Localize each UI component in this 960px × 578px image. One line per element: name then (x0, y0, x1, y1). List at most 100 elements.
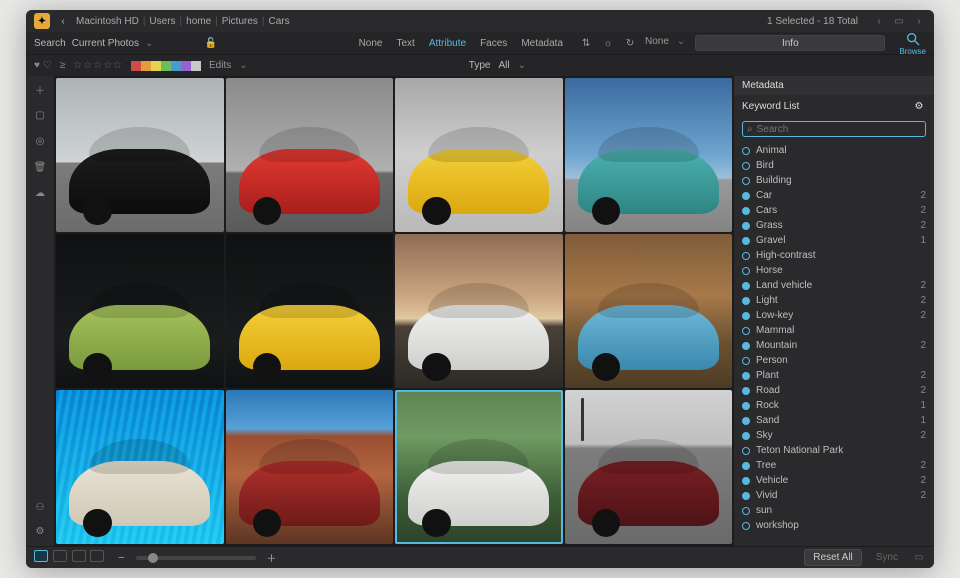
keyword-row[interactable]: Rock1 (742, 398, 926, 413)
keyword-row[interactable]: Gravel1 (742, 233, 926, 248)
keyword-row[interactable]: Grass2 (742, 218, 926, 233)
thumbnail[interactable] (565, 78, 733, 232)
thumbnail[interactable] (226, 234, 394, 388)
user-icon[interactable]: ⚇ (33, 500, 47, 514)
metadata-header[interactable]: Metadata (734, 76, 934, 95)
add-icon[interactable]: ＋ (33, 82, 47, 96)
breadcrumb-segment[interactable]: Users (149, 16, 175, 27)
cloud-icon[interactable]: ☁ (33, 186, 47, 200)
color-swatch[interactable] (161, 61, 171, 71)
trash-icon[interactable]: 🗑 (33, 160, 47, 174)
color-swatch[interactable] (131, 61, 141, 71)
thumbnail[interactable] (56, 78, 224, 232)
breadcrumb[interactable]: Macintosh HD|Users|home|Pictures|Cars (76, 16, 290, 27)
grid-view-icon[interactable] (34, 550, 48, 562)
thumbnail[interactable] (56, 234, 224, 388)
keyword-toggle-icon[interactable] (742, 432, 750, 440)
nav-down-icon[interactable]: › (912, 14, 926, 28)
color-swatch[interactable] (191, 61, 201, 71)
chevron-down-icon[interactable]: ⌄ (145, 38, 153, 49)
keyword-toggle-icon[interactable] (742, 327, 750, 335)
gear-icon[interactable]: ⚙ (33, 524, 47, 538)
breadcrumb-segment[interactable]: Cars (269, 16, 290, 27)
reset-all-button[interactable]: Reset All (804, 549, 861, 566)
keyword-row[interactable]: High-contrast (742, 248, 926, 263)
folder-icon[interactable]: ▭ (892, 14, 906, 28)
breadcrumb-segment[interactable]: Macintosh HD (76, 16, 139, 27)
thumbnail[interactable] (226, 390, 394, 544)
color-swatch[interactable] (151, 61, 161, 71)
color-swatch[interactable] (141, 61, 151, 71)
keyword-row[interactable]: Bird (742, 158, 926, 173)
keyword-row[interactable]: Mountain2 (742, 338, 926, 353)
view-toggles[interactable] (34, 550, 106, 565)
keyword-toggle-icon[interactable] (742, 507, 750, 515)
keyword-row[interactable]: Teton National Park (742, 443, 926, 458)
tab-metadata[interactable]: Metadata (515, 36, 569, 51)
tab-attribute[interactable]: Attribute (423, 36, 472, 51)
keyword-row[interactable]: Road2 (742, 383, 926, 398)
keyword-toggle-icon[interactable] (742, 147, 750, 155)
keyword-row[interactable]: Building (742, 173, 926, 188)
flip-icon[interactable]: ↻ (623, 36, 637, 50)
keyword-row[interactable]: Animal (742, 143, 926, 158)
keyword-toggle-icon[interactable] (742, 312, 750, 320)
chevron-down-icon[interactable]: ⌄ (677, 36, 685, 50)
tab-none[interactable]: None (353, 36, 389, 51)
monitor-icon[interactable]: ▢ (33, 108, 47, 122)
color-swatch[interactable] (171, 61, 181, 71)
star-filter[interactable]: ☆☆☆☆☆ (73, 60, 123, 71)
chevron-down-icon[interactable]: ⌄ (239, 60, 247, 71)
camera-icon[interactable]: ◎ (33, 134, 47, 148)
keyword-row[interactable]: Tree2 (742, 458, 926, 473)
breadcrumb-segment[interactable]: home (186, 16, 211, 27)
chevron-down-icon[interactable]: ⌄ (518, 60, 526, 71)
thumbnail[interactable] (565, 390, 733, 544)
keyword-search-input[interactable] (757, 124, 921, 135)
tab-faces[interactable]: Faces (474, 36, 513, 51)
keyword-row[interactable]: Sand1 (742, 413, 926, 428)
keyword-toggle-icon[interactable] (742, 177, 750, 185)
thumbnail[interactable] (395, 234, 563, 388)
unlock-icon[interactable]: 🔓 (204, 36, 218, 50)
heart-filter[interactable]: ♥ ♡ (34, 60, 52, 71)
keyword-row[interactable]: Low-key2 (742, 308, 926, 323)
keyword-row[interactable]: sun (742, 503, 926, 518)
zoom-in-icon[interactable]: ＋ (264, 551, 278, 565)
keyword-row[interactable]: Horse (742, 263, 926, 278)
keyword-toggle-icon[interactable] (742, 222, 750, 230)
keyword-row[interactable]: Person (742, 353, 926, 368)
keyword-row[interactable]: workshop (742, 518, 926, 533)
keyword-toggle-icon[interactable] (742, 252, 750, 260)
sync-button[interactable]: Sync (870, 550, 904, 565)
browse-mode[interactable]: Browse (899, 31, 926, 56)
keyword-toggle-icon[interactable] (742, 357, 750, 365)
thumb-size-slider[interactable] (136, 556, 256, 560)
keyword-row[interactable]: Mammal (742, 323, 926, 338)
brightness-icon[interactable]: ☼ (601, 36, 615, 50)
breadcrumb-segment[interactable]: Pictures (222, 16, 258, 27)
gte-icon[interactable]: ≥ (60, 60, 66, 71)
list-view-icon[interactable] (53, 550, 67, 562)
fullscreen-icon[interactable]: ▭ (912, 551, 926, 565)
tab-text[interactable]: Text (390, 36, 420, 51)
sort-icon[interactable]: ⇅ (579, 36, 593, 50)
type-value[interactable]: All (498, 60, 509, 71)
keyword-row[interactable]: Vivid2 (742, 488, 926, 503)
keyword-toggle-icon[interactable] (742, 402, 750, 410)
sort-none[interactable]: None (645, 36, 669, 50)
keyword-toggle-icon[interactable] (742, 387, 750, 395)
keyword-toggle-icon[interactable] (742, 417, 750, 425)
info-button[interactable]: Info (695, 35, 885, 51)
thumbnail[interactable] (56, 390, 224, 544)
keyword-toggle-icon[interactable] (742, 282, 750, 290)
nav-up-icon[interactable]: ‹ (872, 14, 886, 28)
thumbnail[interactable] (395, 78, 563, 232)
keyword-toggle-icon[interactable] (742, 492, 750, 500)
thumbnail[interactable] (226, 78, 394, 232)
keyword-search[interactable]: ⌕ (742, 121, 926, 137)
edits-dropdown[interactable]: Edits (209, 60, 231, 71)
keyword-toggle-icon[interactable] (742, 477, 750, 485)
compare-view-icon[interactable] (72, 550, 86, 562)
keyword-toggle-icon[interactable] (742, 192, 750, 200)
